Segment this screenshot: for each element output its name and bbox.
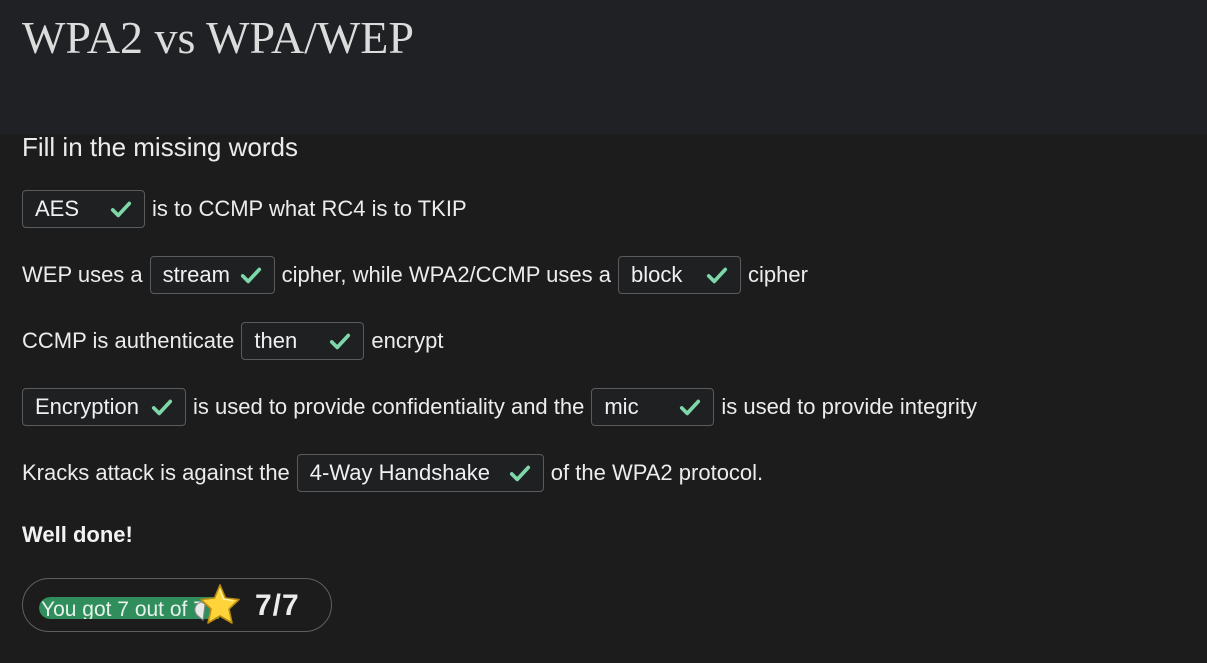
- score-summary: You got 7 out of 7 7/7: [22, 578, 332, 632]
- sentence-text: is used to provide integrity: [721, 394, 977, 419]
- page-title: WPA2 vs WPA/WEP: [22, 12, 414, 63]
- answer-text: stream: [162, 262, 230, 287]
- check-icon: [240, 267, 261, 284]
- sentence-text: Kracks attack is against the: [22, 460, 290, 485]
- check-icon: [151, 399, 173, 416]
- check-icon: [110, 201, 132, 218]
- answer-text: then: [254, 328, 298, 353]
- quiz-line-1: AES is to CCMP what RC4 is to TKIP: [22, 189, 474, 229]
- quiz-line-5: Kracks attack is against the 4-Way Hands…: [22, 453, 770, 493]
- sentence-text: cipher: [747, 262, 808, 287]
- quiz-line-4: Encryption is used to provide confidenti…: [22, 387, 984, 427]
- quiz-heading: Fill in the missing words: [22, 132, 298, 162]
- score-progress-text: You got 7 out of 7: [41, 598, 205, 620]
- sentence-text: cipher, while WPA2/CCMP uses a: [281, 262, 611, 287]
- answer-text: mic: [604, 394, 639, 419]
- check-icon: [680, 399, 701, 416]
- answer-text: 4-Way Handshake: [309, 460, 490, 485]
- sentence-text: CCMP is authenticate: [22, 328, 235, 353]
- sentence-text: WEP uses a: [22, 262, 143, 287]
- answer-text: Encryption: [35, 394, 139, 419]
- sentence-text: is used to provide confidentiality and t…: [193, 394, 585, 419]
- star-icon: [194, 584, 240, 624]
- answer-text: block: [630, 262, 683, 287]
- sentence-text: of the WPA2 protocol.: [550, 460, 764, 485]
- check-icon: [330, 333, 351, 350]
- answer-blank-handshake[interactable]: 4-Way Handshake: [296, 454, 544, 492]
- answer-blank-encryption[interactable]: Encryption: [22, 388, 186, 426]
- answer-blank-stream[interactable]: stream: [149, 256, 275, 294]
- answer-blank-block[interactable]: block: [617, 256, 741, 294]
- check-icon: [706, 267, 728, 284]
- answer-text: AES: [35, 196, 80, 221]
- answer-blank-then[interactable]: then: [241, 322, 365, 360]
- sentence-text: encrypt: [371, 328, 444, 353]
- answer-blank-aes[interactable]: AES: [22, 190, 145, 228]
- quiz-line-2: WEP uses a stream cipher, while WPA2/CCM…: [22, 255, 815, 295]
- check-icon: [509, 465, 530, 482]
- sentence-text: is to CCMP what RC4 is to TKIP: [152, 196, 467, 221]
- feedback-message: Well done!: [22, 522, 133, 547]
- score-value: 7/7: [255, 589, 300, 622]
- quiz-line-3: CCMP is authenticate then encrypt: [22, 321, 451, 361]
- answer-blank-mic[interactable]: mic: [591, 388, 715, 426]
